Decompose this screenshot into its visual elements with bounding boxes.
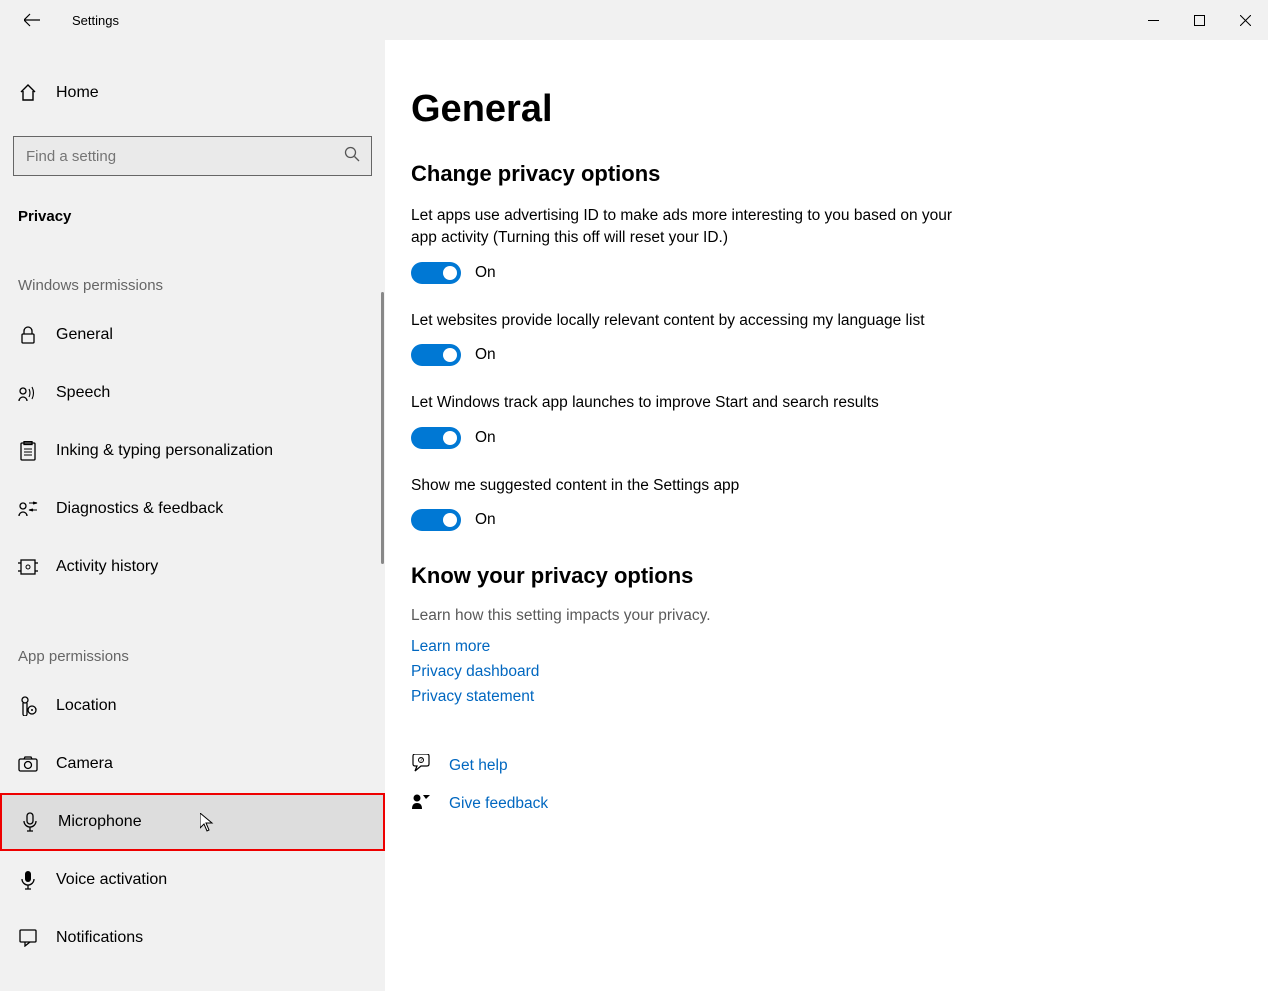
help-icon: ? bbox=[411, 754, 431, 778]
maximize-icon bbox=[1194, 15, 1205, 26]
home-label: Home bbox=[56, 84, 99, 102]
sidebar-item-general[interactable]: General bbox=[0, 306, 385, 364]
sidebar-home[interactable]: Home bbox=[0, 70, 385, 116]
arrow-left-icon bbox=[24, 12, 40, 28]
sidebar-category: Privacy bbox=[0, 208, 385, 225]
section-heading: Know your privacy options bbox=[411, 563, 1228, 589]
activity-icon bbox=[18, 557, 38, 577]
back-button[interactable] bbox=[14, 2, 50, 38]
sidebar-item-label: Notifications bbox=[56, 929, 143, 947]
sidebar-item-label: Microphone bbox=[58, 813, 142, 831]
lock-icon bbox=[18, 325, 38, 345]
toggle-language-list[interactable] bbox=[411, 344, 461, 366]
notifications-icon bbox=[18, 928, 38, 948]
sidebar-item-label: Speech bbox=[56, 384, 110, 402]
link-privacy-statement[interactable]: Privacy statement bbox=[411, 685, 1228, 710]
close-button[interactable] bbox=[1222, 4, 1268, 36]
minimize-icon bbox=[1148, 15, 1159, 26]
sidebar-item-diagnostics[interactable]: Diagnostics & feedback bbox=[0, 480, 385, 538]
setting-desc: Let websites provide locally relevant co… bbox=[411, 310, 971, 332]
section-subtext: Learn how this setting impacts your priv… bbox=[411, 607, 1228, 625]
sidebar-item-label: Activity history bbox=[56, 558, 158, 576]
sidebar-item-label: General bbox=[56, 326, 113, 344]
setting-language-list: Let websites provide locally relevant co… bbox=[411, 310, 971, 366]
sidebar-item-camera[interactable]: Camera bbox=[0, 735, 385, 793]
home-icon bbox=[18, 83, 38, 103]
link-get-help[interactable]: Get help bbox=[449, 757, 508, 775]
toggle-state: On bbox=[475, 429, 496, 447]
toggle-state: On bbox=[475, 511, 496, 529]
titlebar: Settings bbox=[0, 0, 1268, 40]
cursor-icon bbox=[200, 813, 214, 837]
close-icon bbox=[1240, 15, 1251, 26]
search-icon bbox=[344, 146, 360, 166]
toggle-state: On bbox=[475, 264, 496, 282]
setting-desc: Let apps use advertising ID to make ads … bbox=[411, 205, 971, 250]
setting-suggested-content: Show me suggested content in the Setting… bbox=[411, 475, 971, 531]
sidebar-item-microphone[interactable]: Microphone bbox=[0, 793, 385, 851]
feedback-icon bbox=[411, 792, 431, 816]
sidebar-item-label: Inking & typing personalization bbox=[56, 442, 273, 460]
sidebar-item-label: Diagnostics & feedback bbox=[56, 500, 223, 518]
clipboard-icon bbox=[18, 441, 38, 461]
setting-desc: Let Windows track app launches to improv… bbox=[411, 392, 971, 414]
sidebar-item-activity[interactable]: Activity history bbox=[0, 538, 385, 596]
sidebar-item-location[interactable]: Location bbox=[0, 677, 385, 735]
minimize-button[interactable] bbox=[1130, 4, 1176, 36]
section-heading: Change privacy options bbox=[411, 161, 1228, 187]
microphone-icon bbox=[20, 812, 40, 832]
speech-icon bbox=[18, 383, 38, 403]
main-content: General Change privacy options Let apps … bbox=[385, 40, 1268, 991]
link-learn-more[interactable]: Learn more bbox=[411, 635, 1228, 660]
camera-icon bbox=[18, 754, 38, 774]
setting-desc: Show me suggested content in the Setting… bbox=[411, 475, 971, 497]
sidebar-item-label: Location bbox=[56, 697, 117, 715]
toggle-suggested-content[interactable] bbox=[411, 509, 461, 531]
location-icon bbox=[18, 696, 38, 716]
sidebar-item-inking[interactable]: Inking & typing personalization bbox=[0, 422, 385, 480]
link-privacy-dashboard[interactable]: Privacy dashboard bbox=[411, 660, 1228, 685]
voice-icon bbox=[18, 870, 38, 890]
setting-advertising-id: Let apps use advertising ID to make ads … bbox=[411, 205, 971, 284]
maximize-button[interactable] bbox=[1176, 4, 1222, 36]
feedback-icon bbox=[18, 499, 38, 519]
toggle-state: On bbox=[475, 346, 496, 364]
toggle-app-launches[interactable] bbox=[411, 427, 461, 449]
sidebar-item-label: Camera bbox=[56, 755, 113, 773]
sidebar-item-label: Voice activation bbox=[56, 871, 167, 889]
sidebar-group-app-permissions: App permissions bbox=[0, 648, 385, 665]
sidebar-item-speech[interactable]: Speech bbox=[0, 364, 385, 422]
window-title: Settings bbox=[72, 13, 119, 28]
sidebar-item-notifications[interactable]: Notifications bbox=[0, 909, 385, 967]
toggle-advertising-id[interactable] bbox=[411, 262, 461, 284]
sidebar-item-voice-activation[interactable]: Voice activation bbox=[0, 851, 385, 909]
setting-app-launches: Let Windows track app launches to improv… bbox=[411, 392, 971, 448]
search-input[interactable] bbox=[13, 136, 372, 176]
page-title: General bbox=[411, 88, 1228, 131]
sidebar: Home Privacy Windows permissions General… bbox=[0, 40, 385, 991]
sidebar-group-windows-permissions: Windows permissions bbox=[0, 277, 385, 294]
link-give-feedback[interactable]: Give feedback bbox=[449, 795, 548, 813]
